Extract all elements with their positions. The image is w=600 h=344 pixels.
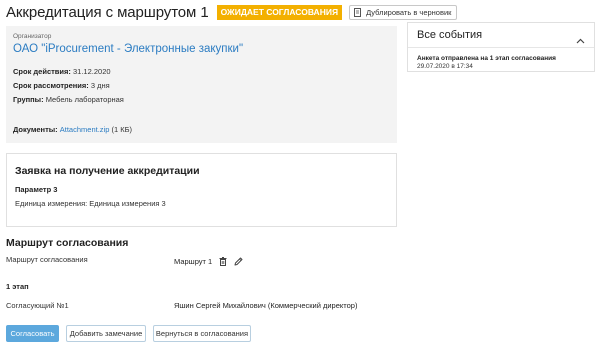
add-remark-button[interactable]: Добавить замечание bbox=[66, 325, 146, 342]
attachment-size: (1 КБ) bbox=[111, 125, 133, 134]
stage-title: 1 этап bbox=[6, 282, 29, 291]
route-label: Маршрут согласования bbox=[6, 255, 88, 264]
groups-value: Мебель лабораторная bbox=[45, 95, 124, 104]
route-name: Маршрут 1 bbox=[174, 257, 213, 266]
approver-label: Согласующий №1 bbox=[6, 301, 69, 310]
attachment-link[interactable]: Attachment.zip bbox=[60, 125, 110, 134]
groups-field: Группы: Мебель лабораторная bbox=[13, 95, 124, 104]
route-value: Маршрут 1 bbox=[174, 257, 243, 266]
pencil-icon[interactable] bbox=[234, 257, 243, 266]
events-title: Все события bbox=[417, 29, 483, 41]
accreditation-request-panel: Заявка на получение аккредитации Парамет… bbox=[6, 153, 397, 227]
return-to-approvals-button[interactable]: Вернуться в согласования bbox=[153, 325, 251, 342]
organizer-name-link[interactable]: ОАО "iProcurement - Электронные закупки" bbox=[13, 43, 243, 55]
trash-icon[interactable] bbox=[219, 257, 227, 266]
events-panel: Все события Анкета отправлена на 1 этап … bbox=[407, 22, 595, 72]
review-period-value: 3 дня bbox=[90, 81, 110, 90]
validity-value: 31.12.2020 bbox=[73, 67, 111, 76]
event-date: 29.07.2020 в 17:34 bbox=[417, 63, 473, 70]
page-title: Аккредитация с маршрутом 1 bbox=[6, 3, 209, 21]
event-text: Анкета отправлена на 1 этап согласования bbox=[417, 55, 556, 62]
organizer-label: Организатор bbox=[13, 33, 52, 40]
duplicate-label: Дублировать в черновик bbox=[366, 7, 452, 17]
request-title: Заявка на получение аккредитации bbox=[15, 165, 200, 177]
parameter-unit: Единица измерения: Единица измерения 3 bbox=[15, 199, 166, 208]
document-copy-icon bbox=[354, 7, 362, 17]
approve-button[interactable]: Согласовать bbox=[6, 325, 59, 342]
documents-label: Документы: bbox=[13, 125, 58, 134]
validity-label: Срок действия: bbox=[13, 67, 71, 76]
review-period-field: Срок рассмотрения: 3 дня bbox=[13, 81, 110, 90]
route-section-title: Маршрут согласования bbox=[6, 237, 129, 249]
divider bbox=[408, 47, 594, 48]
documents-field: Документы: Attachment.zip (1 КБ) bbox=[13, 125, 132, 134]
validity-field: Срок действия: 31.12.2020 bbox=[13, 67, 111, 76]
organization-panel: Организатор ОАО "iProcurement - Электрон… bbox=[6, 26, 397, 143]
status-badge: ОЖИДАЕТ СОГЛАСОВАНИЯ bbox=[216, 4, 343, 20]
review-period-label: Срок рассмотрения: bbox=[13, 81, 89, 90]
page-header: Аккредитация с маршрутом 1 ОЖИДАЕТ СОГЛА… bbox=[6, 3, 458, 21]
parameter-title: Параметр 3 bbox=[15, 185, 58, 194]
duplicate-to-draft-button[interactable]: Дублировать в черновик bbox=[349, 4, 458, 20]
groups-label: Группы: bbox=[13, 95, 44, 104]
approver-value: Яшин Сергей Михайлович (Коммерческий дир… bbox=[174, 301, 358, 310]
